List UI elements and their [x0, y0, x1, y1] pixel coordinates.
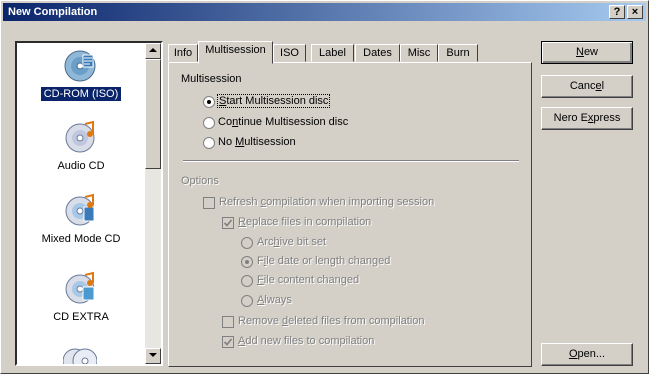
arrow-down-icon [149, 353, 157, 357]
refresh-compilation-label: Refresh compilation when importing sessi… [219, 196, 435, 208]
list-item-label: CD EXTRA [53, 311, 109, 323]
tab-multisession[interactable]: Multisession [198, 41, 273, 64]
tab-label[interactable]: Label [311, 44, 354, 62]
file-date-changed-label: File date or length changed [257, 255, 391, 267]
checkbox-remove-deleted[interactable] [222, 316, 234, 328]
mixed-mode-cd-icon [65, 193, 95, 226]
audio-cd-icon [65, 120, 95, 153]
tab-info[interactable]: Info [168, 44, 198, 62]
open-button[interactable]: Open... [541, 343, 633, 366]
no-multisession-label: No Multisession [218, 136, 296, 148]
new-button[interactable]: New [541, 41, 633, 64]
radio-file-content-changed[interactable] [241, 275, 253, 287]
compilation-type-list[interactable]: CD-ROM (ISO) Audio CD Mixed Mode CD CD E… [15, 41, 163, 366]
scroll-up-button[interactable] [145, 43, 161, 59]
replace-files-label: Replace files in compilation [238, 216, 372, 228]
options-group-label: Options [181, 175, 219, 187]
list-item-label: CD-ROM (ISO) [17, 86, 145, 102]
continue-multisession-label: Continue Multisession disc [218, 116, 349, 128]
help-button[interactable]: ? [609, 5, 625, 19]
disc-icon [63, 348, 97, 364]
file-content-changed-label: File content changed [257, 274, 360, 286]
always-label: Always [257, 294, 292, 306]
checkbox-add-new-files[interactable] [222, 336, 234, 348]
tab-iso[interactable]: ISO [273, 44, 306, 62]
nero-express-button[interactable]: Nero Express [541, 107, 633, 130]
add-new-files-label: Add new files to compilation [238, 335, 375, 347]
group-separator [183, 160, 519, 162]
scroll-thumb[interactable] [145, 59, 161, 169]
arrow-up-icon [149, 48, 157, 52]
scroll-down-button[interactable] [145, 348, 161, 364]
new-compilation-window: New Compilation ? × CD-ROM (ISO) Audio C… [0, 0, 649, 374]
close-button[interactable]: × [627, 5, 643, 19]
title-bar[interactable]: New Compilation ? × [3, 3, 646, 21]
checkbox-refresh-compilation[interactable] [203, 197, 215, 209]
cancel-button[interactable]: Cancel [541, 75, 633, 98]
tab-dates[interactable]: Dates [355, 44, 400, 62]
list-item-label: Mixed Mode CD [41, 233, 121, 245]
list-scrollbar[interactable] [145, 43, 161, 364]
tab-misc[interactable]: Misc [400, 44, 438, 62]
disc-iso-icon [64, 50, 96, 82]
radio-archive-bit[interactable] [241, 237, 253, 249]
radio-file-date-changed[interactable] [241, 256, 253, 268]
radio-continue-multisession[interactable] [203, 117, 215, 129]
radio-always[interactable] [241, 295, 253, 307]
archive-bit-label: Archive bit set [257, 236, 327, 248]
multisession-tab-panel: Multisession Start Multisession disc Con… [168, 62, 532, 367]
cd-extra-icon [65, 271, 95, 304]
list-item-label: Audio CD [57, 160, 105, 172]
radio-no-multisession[interactable] [203, 137, 215, 149]
remove-deleted-label: Remove deleted files from compilation [238, 315, 425, 327]
radio-start-multisession[interactable] [203, 96, 215, 108]
checkbox-replace-files[interactable] [222, 217, 234, 229]
start-multisession-label: Start Multisession disc [216, 94, 331, 108]
tab-burn[interactable]: Burn [438, 44, 478, 62]
window-title: New Compilation [8, 6, 98, 18]
multisession-group-label: Multisession [181, 73, 242, 85]
